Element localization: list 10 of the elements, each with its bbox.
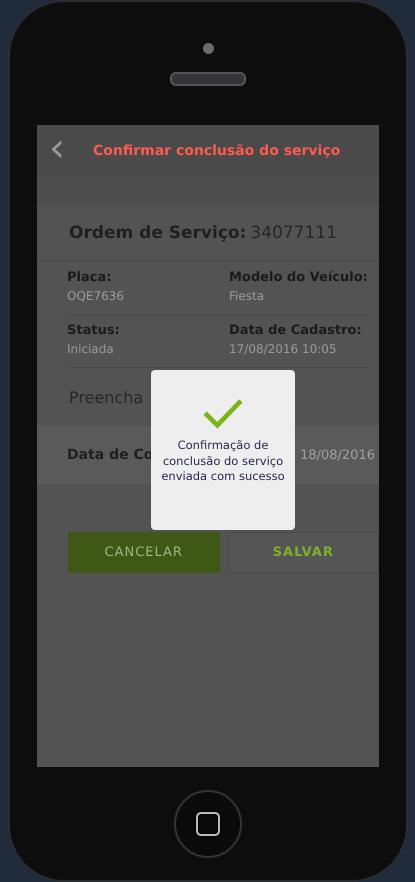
field-label: Data de Cadastro:: [229, 323, 363, 338]
field-label: Status:: [67, 323, 121, 338]
field-label: Modelo do Veículo:: [229, 270, 369, 285]
field-value: Iniciada: [67, 342, 115, 356]
field-value: OQE7636: [67, 289, 126, 303]
dialog-message: Confirmação de conclusão do serviço enviada com sucesso: [160, 438, 286, 485]
field-label: Placa:: [67, 270, 112, 285]
screen-title: Confirmar conclusão do serviço: [93, 143, 340, 159]
field-value: Fiesta: [229, 289, 266, 303]
field-value: 17/08/2016 10:05: [229, 342, 338, 356]
